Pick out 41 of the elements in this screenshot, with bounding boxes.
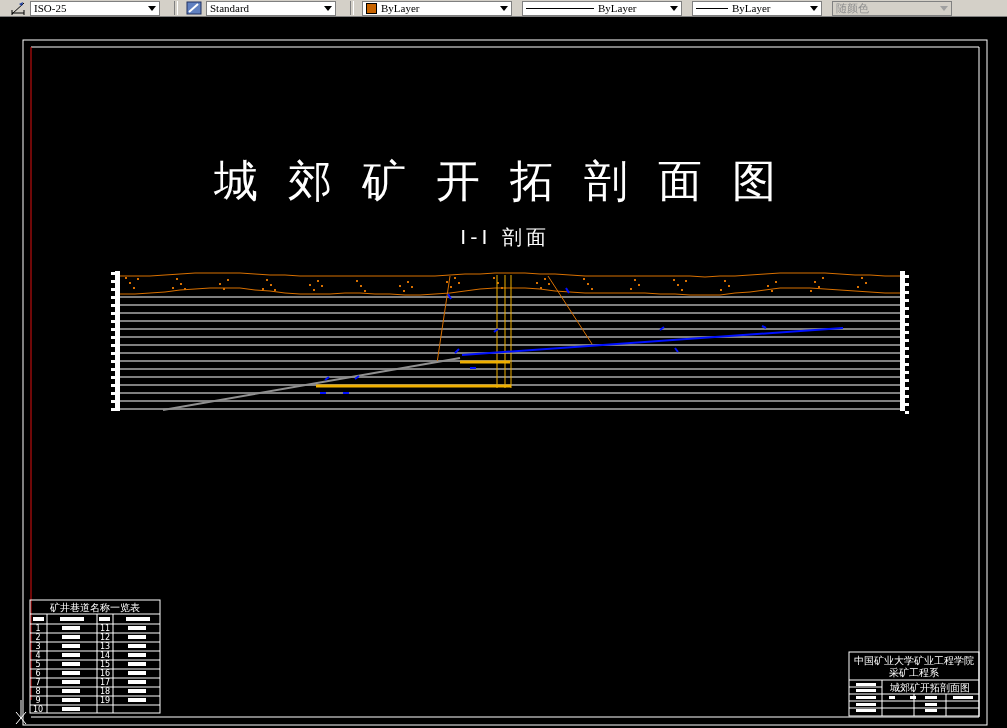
row-number: 19	[99, 696, 111, 705]
row-number: 18	[99, 687, 111, 696]
section-label: I-I 剖面	[460, 225, 550, 249]
caret-icon	[810, 5, 818, 11]
row-number: 11	[99, 624, 111, 633]
row-number: 7	[35, 678, 41, 687]
line-sample	[696, 7, 728, 9]
caret-icon	[500, 5, 508, 11]
style-dropdown[interactable]: Standard	[206, 0, 336, 16]
text-style-icon[interactable]	[186, 0, 202, 16]
row-number: 4	[35, 651, 41, 660]
school-name: 中国矿业大学矿业工程学院	[854, 655, 974, 666]
style-dropdown[interactable]: ByLayer	[362, 0, 512, 16]
drawing-title: 城郊矿开拓剖面图	[214, 155, 806, 206]
style-dropdown[interactable]: ByLayer	[522, 0, 682, 16]
drawing-name: 城郊矿开拓剖面图	[890, 682, 970, 693]
dimension-style-icon[interactable]	[10, 0, 26, 16]
row-number: 5	[35, 660, 41, 669]
row-number: 14	[99, 651, 111, 660]
style-dropdown[interactable]: ByLayer	[692, 0, 822, 16]
row-number: 2	[35, 633, 41, 642]
row-number: 13	[99, 642, 111, 651]
row-number: 3	[35, 642, 41, 651]
department-name: 采矿工程系	[889, 667, 939, 678]
row-number: 12	[99, 633, 111, 642]
table-title: 矿井巷道名称一览表	[50, 602, 140, 613]
row-number: 8	[35, 687, 41, 696]
row-number: 1	[35, 624, 41, 633]
row-number: 15	[99, 660, 111, 669]
row-number: 17	[99, 678, 111, 687]
caret-icon	[940, 5, 948, 11]
row-number: 9	[35, 696, 41, 705]
row-number: 10	[32, 705, 44, 714]
line-sample	[526, 7, 594, 9]
row-number: 16	[99, 669, 111, 678]
row-number: 6	[35, 669, 41, 678]
caret-icon	[148, 5, 156, 11]
caret-icon	[670, 5, 678, 11]
caret-icon	[324, 5, 332, 11]
ucs-icon	[15, 699, 27, 725]
style-dropdown[interactable]: ISO-25	[30, 0, 160, 16]
